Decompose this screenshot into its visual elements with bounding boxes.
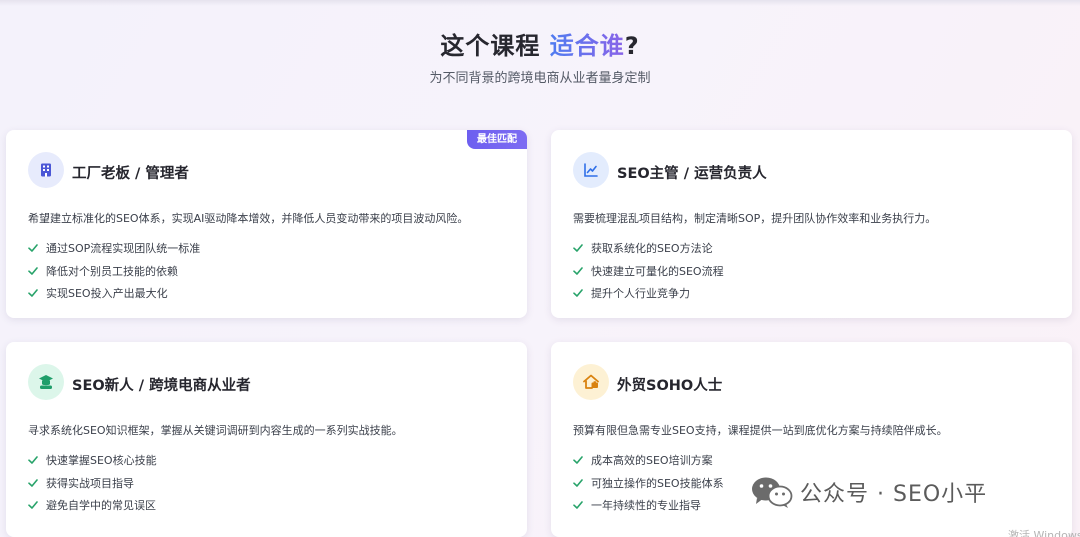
feature-text: 降低对个别员工技能的依赖 [46,264,178,278]
feature-text: 获得实战项目指导 [46,476,134,490]
feature-text: 避免自学中的常见误区 [46,499,156,513]
page-title-suffix: ? [624,32,640,60]
watermark-text: 公众号 · SEO小平 [800,482,988,507]
card-icon-wrapper [573,152,609,188]
check-icon [573,266,583,275]
feature-item: 成本高效的SEO培训方案 [573,449,724,472]
card-description: 需要梳理混乱项目结构，制定清晰SOP，提升团队协作效率和业务执行力。 [573,212,937,225]
feature-text: 成本高效的SEO培训方案 [591,454,713,468]
feature-item: 提升个人行业竞争力 [573,282,724,305]
card-title: SEO主管 / 运营负责人 [617,166,767,182]
check-icon [28,289,38,298]
check-icon [573,501,583,510]
audience-card-seo-manager: SEO主管 / 运营负责人 需要梳理混乱项目结构，制定清晰SOP，提升团队协作效… [551,130,1072,318]
check-icon [28,478,38,487]
building-icon [41,163,51,177]
card-icon-wrapper [28,364,64,400]
check-icon [573,244,583,253]
feature-item: 降低对个别员工技能的依赖 [28,260,200,283]
feature-list: 成本高效的SEO培训方案 可独立操作的SEO技能体系 一年持续性的专业指导 [573,449,724,517]
audience-card-factory-owner: 最佳匹配 工厂老板 / 管理者 希望建立标准化的SEO体系，实现AI驱动降本增效… [6,130,527,318]
check-icon [573,456,583,465]
card-icon-wrapper [573,364,609,400]
feature-item: 快速建立可量化的SEO流程 [573,260,724,283]
feature-list: 快速掌握SEO核心技能 获得实战项目指导 避免自学中的常见误区 [28,449,157,517]
feature-text: 获取系统化的SEO方法论 [591,242,713,256]
top-shade [0,0,1080,6]
feature-item: 避免自学中的常见误区 [28,494,157,517]
wechat-icon [752,477,793,508]
feature-item: 获得实战项目指导 [28,472,157,495]
check-icon [573,289,583,298]
home-office-icon [583,374,599,389]
card-title: 外贸SOHO人士 [617,378,723,394]
audience-card-seo-newcomer: SEO新人 / 跨境电商从业者 寻求系统化SEO知识框架，掌握从关键词调研到内容… [6,342,527,537]
check-icon [28,244,38,253]
card-description: 寻求系统化SEO知识框架，掌握从关键词调研到内容生成的一系列实战技能。 [28,424,403,437]
feature-item: 可独立操作的SEO技能体系 [573,472,724,495]
check-icon [28,456,38,465]
feature-text: 可独立操作的SEO技能体系 [591,476,724,490]
feature-item: 实现SEO投入产出最大化 [28,282,200,305]
watermark: 公众号 · SEO小平 [750,475,987,509]
check-icon [28,266,38,275]
card-title: 工厂老板 / 管理者 [72,166,189,182]
page-subtitle: 为不同背景的跨境电商从业者量身定制 [429,71,651,86]
feature-text: 通过SOP流程实现团队统一标准 [46,242,201,256]
feature-text: 快速建立可量化的SEO流程 [591,264,724,278]
best-match-badge: 最佳匹配 [467,130,527,149]
activation-notice: 激活 Windows [1008,529,1080,537]
feature-list: 获取系统化的SEO方法论 快速建立可量化的SEO流程 提升个人行业竞争力 [573,237,724,305]
feature-list: 通过SOP流程实现团队统一标准 降低对个别员工技能的依赖 实现SEO投入产出最大… [28,237,200,305]
card-title: SEO新人 / 跨境电商从业者 [72,378,251,394]
check-icon [28,501,38,510]
feature-item: 通过SOP流程实现团队统一标准 [28,237,200,260]
feature-item: 快速掌握SEO核心技能 [28,449,157,472]
card-icon-wrapper [28,152,64,188]
check-icon [573,478,583,487]
chart-line-icon [584,163,598,177]
page-title: 这个课程 适合谁? [0,26,1080,61]
card-description: 预算有限但急需专业SEO支持，课程提供一站到底优化方案与持续陪伴成长。 [573,424,948,437]
page-title-prefix: 这个课程 [440,32,541,60]
page-title-accent: 适合谁 [549,32,625,60]
feature-text: 一年持续性的专业指导 [591,499,701,513]
feature-text: 提升个人行业竞争力 [591,287,690,301]
feature-text: 快速掌握SEO核心技能 [46,454,157,468]
graduate-icon [39,375,53,389]
card-description: 希望建立标准化的SEO体系，实现AI驱动降本增效，并降低人员变动带来的项目波动风… [28,212,469,225]
feature-item: 获取系统化的SEO方法论 [573,237,724,260]
feature-text: 实现SEO投入产出最大化 [46,287,168,301]
feature-item: 一年持续性的专业指导 [573,494,724,517]
